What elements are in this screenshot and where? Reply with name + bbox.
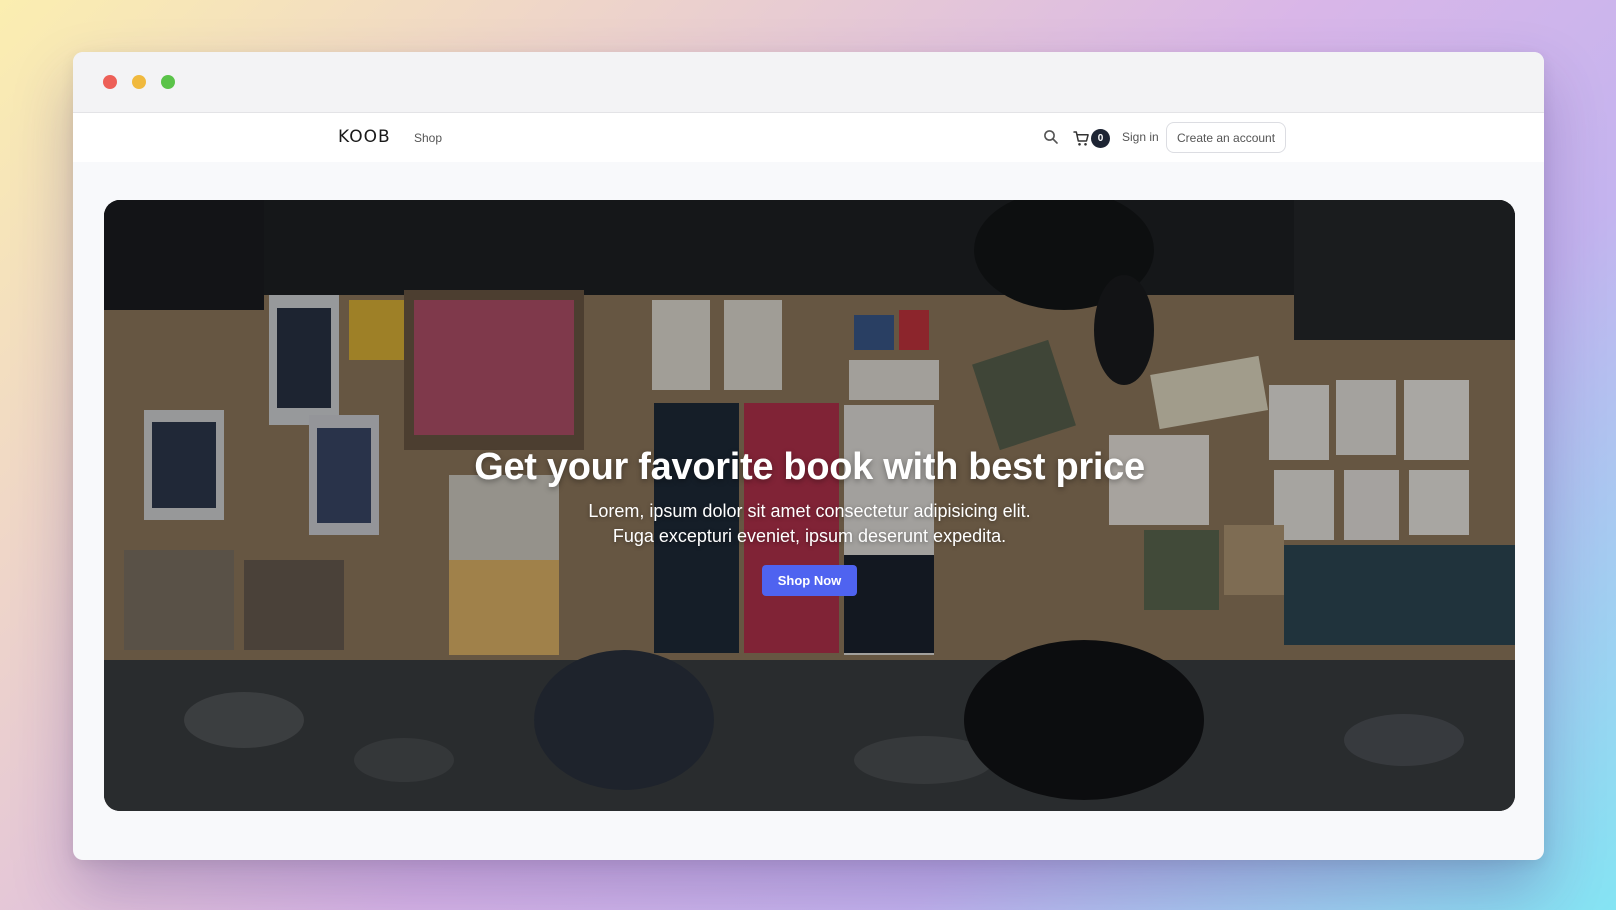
hero-subtitle-line-2: Fuga excepturi eveniet, ipsum deserunt e…	[612, 526, 1007, 546]
search-icon[interactable]	[1043, 129, 1059, 145]
logo[interactable]: KOOB	[338, 127, 391, 147]
cart-icon	[1073, 131, 1089, 146]
minimize-window-button[interactable]	[132, 75, 146, 89]
window-titlebar	[73, 52, 1544, 113]
hero-content: Get your favorite book with best price L…	[104, 446, 1515, 596]
hero-banner: Get your favorite book with best price L…	[104, 200, 1515, 811]
shop-now-button[interactable]: Shop Now	[761, 565, 858, 596]
browser-window: KOOB Shop 0 Sign in Create an account Ge…	[73, 52, 1544, 860]
close-window-button[interactable]	[103, 75, 117, 89]
cart-count-badge: 0	[1091, 129, 1110, 148]
sign-in-link[interactable]: Sign in	[1122, 130, 1159, 144]
nav-link-shop[interactable]: Shop	[414, 131, 442, 145]
hero-title: Get your favorite book with best price	[474, 446, 1145, 488]
create-account-button[interactable]: Create an account	[1166, 122, 1287, 153]
maximize-window-button[interactable]	[161, 75, 175, 89]
top-navbar: KOOB Shop 0 Sign in Create an account	[73, 113, 1544, 162]
hero-subtitle: Lorem, ipsum dolor sit amet consectetur …	[104, 499, 1515, 549]
cart-button[interactable]: 0	[1073, 128, 1113, 148]
hero-subtitle-line-1: Lorem, ipsum dolor sit amet consectetur …	[588, 501, 1031, 521]
